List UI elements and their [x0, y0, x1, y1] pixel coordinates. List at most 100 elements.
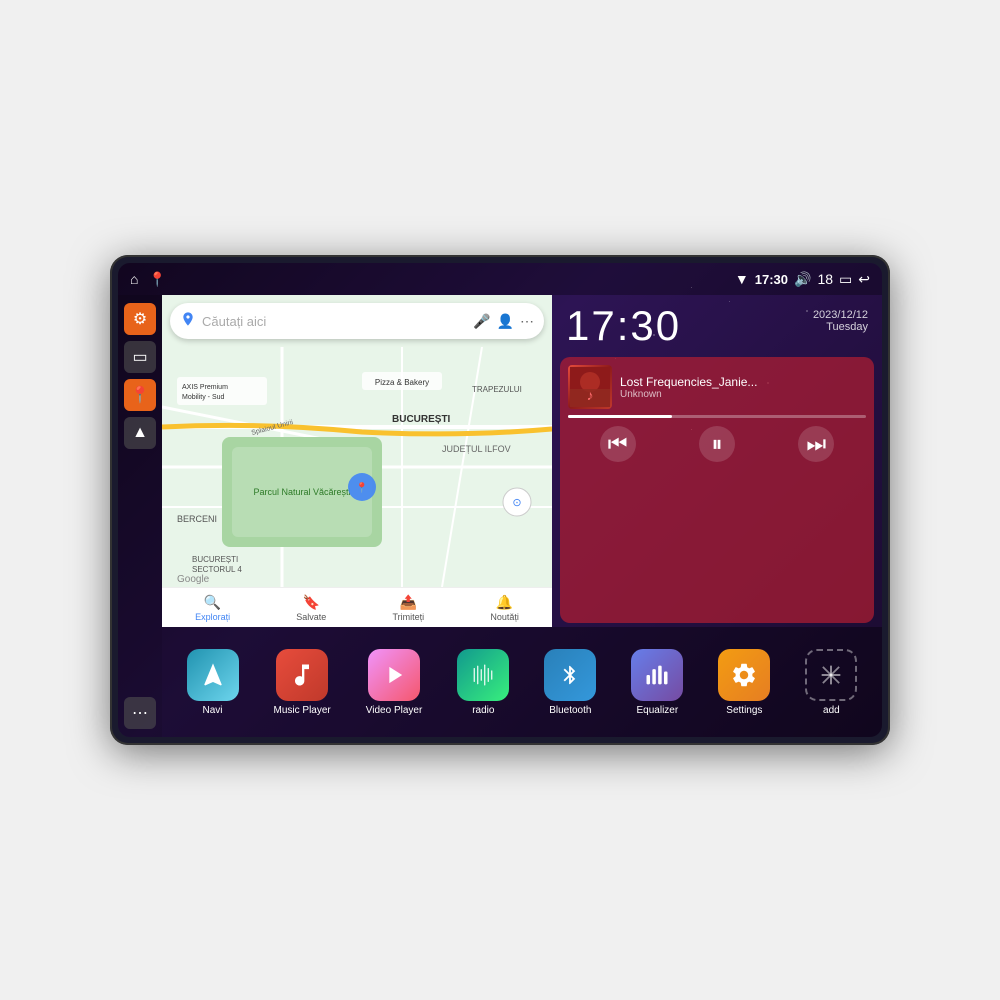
sidebar-item-map[interactable]: 📍	[124, 379, 156, 411]
svg-text:BUCUREȘTI: BUCUREȘTI	[192, 555, 238, 564]
send-icon: 📤	[400, 594, 417, 611]
status-left-icons: ⌂ 📍	[130, 271, 166, 288]
sidebar-item-navigate[interactable]: ▲	[124, 417, 156, 449]
screen: ⌂ 📍 ▼ 17:30 🔊 18 ▭ ↩ ⚙ ▭	[118, 263, 882, 737]
prev-track-button[interactable]: ⏮	[600, 426, 636, 462]
app-grid-section: Navi Music Player Video	[162, 627, 882, 737]
music-progress-bar[interactable]	[568, 415, 866, 418]
sidebar-item-archive[interactable]: ▭	[124, 341, 156, 373]
map-tab-explore[interactable]: 🔍 Explorați	[195, 594, 230, 622]
map-mic-icon[interactable]: 🎤	[473, 313, 490, 330]
sidebar-item-grid[interactable]: ⋯	[124, 697, 156, 729]
music-album-art-inner: ♪	[568, 365, 612, 409]
sidebar: ⚙ ▭ 📍 ▲ ⋯	[118, 295, 162, 737]
next-track-button[interactable]: ⏭	[798, 426, 834, 462]
app-label-settings: Settings	[726, 705, 762, 716]
device: ⌂ 📍 ▼ 17:30 🔊 18 ▭ ↩ ⚙ ▭	[110, 255, 890, 745]
grid-icon: ⋯	[132, 703, 148, 723]
app-item-equalizer[interactable]: Equalizer	[631, 649, 683, 716]
svg-text:TRAPEZULUI: TRAPEZULUI	[472, 385, 522, 394]
map-search-placeholder[interactable]: Căutați aici	[202, 314, 467, 329]
battery-icon: ▭	[839, 271, 852, 288]
map-account-icon[interactable]: 👤	[497, 313, 514, 330]
main-area: ⚙ ▭ 📍 ▲ ⋯	[118, 295, 882, 737]
map-tab-saved-label: Salvate	[296, 612, 326, 622]
saved-icon: 🔖	[303, 594, 320, 611]
app-icon-bluetooth	[544, 649, 596, 701]
google-maps-icon	[180, 311, 196, 332]
content-row: Căutați aici 🎤 👤 ⋯	[162, 295, 882, 627]
map-bottom-tabs: 🔍 Explorați 🔖 Salvate 📤 Trimiteți	[162, 587, 552, 627]
music-controls: ⏮ ⏸ ⏭	[568, 426, 866, 462]
music-meta: Lost Frequencies_Janie... Unknown	[620, 375, 866, 400]
navigate-icon: ▲	[132, 424, 148, 442]
app-label-add: add	[823, 705, 840, 716]
app-item-video-player[interactable]: Video Player	[366, 649, 423, 716]
svg-text:⊙: ⊙	[512, 497, 521, 509]
music-track-info: ♪ Lost Frequencies_Janie... Unknown	[568, 365, 866, 409]
app-item-music-player[interactable]: Music Player	[274, 649, 331, 716]
back-icon[interactable]: ↩	[858, 271, 870, 288]
sidebar-item-settings[interactable]: ⚙	[124, 303, 156, 335]
map-frame[interactable]: Căutați aici 🎤 👤 ⋯	[162, 295, 552, 627]
volume-icon: 🔊	[794, 271, 811, 288]
pause-button[interactable]: ⏸	[699, 426, 735, 462]
explore-icon: 🔍	[204, 594, 221, 611]
app-item-settings[interactable]: Settings	[718, 649, 770, 716]
map-pin-sidebar-icon: 📍	[130, 385, 150, 405]
news-icon: 🔔	[496, 594, 513, 611]
center-content: Căutați aici 🎤 👤 ⋯	[162, 295, 882, 737]
svg-text:Pizza & Bakery: Pizza & Bakery	[375, 378, 429, 387]
svg-text:BUCUREȘTI: BUCUREȘTI	[392, 414, 451, 425]
maps-icon[interactable]: 📍	[148, 271, 165, 288]
map-tab-saved[interactable]: 🔖 Salvate	[296, 594, 326, 622]
app-item-radio[interactable]: radio	[457, 649, 509, 716]
svg-text:♪: ♪	[587, 387, 594, 403]
wifi-icon: ▼	[735, 271, 749, 287]
svg-text:JUDEȚUL ILFOV: JUDEȚUL ILFOV	[442, 444, 511, 454]
map-tab-news-label: Noutăți	[490, 612, 519, 622]
map-layers-icon[interactable]: ⋯	[520, 313, 534, 330]
map-tab-explore-label: Explorați	[195, 612, 230, 622]
status-time: 17:30	[755, 272, 788, 287]
clock-day: Tuesday	[813, 321, 868, 333]
home-icon[interactable]: ⌂	[130, 271, 138, 287]
app-icon-add	[805, 649, 857, 701]
clock-widget: 17:30 2023/12/12 Tuesday	[552, 295, 882, 353]
app-icon-radio	[457, 649, 509, 701]
svg-text:Parcul Natural Văcărești: Parcul Natural Văcărești	[253, 487, 350, 497]
settings-icon: ⚙	[133, 309, 147, 329]
music-title: Lost Frequencies_Janie...	[620, 375, 866, 389]
app-icon-navi	[187, 649, 239, 701]
map-tab-send-label: Trimiteți	[393, 612, 425, 622]
svg-text:AXIS Premium: AXIS Premium	[182, 384, 228, 391]
app-icon-music-player	[276, 649, 328, 701]
music-progress-fill	[568, 415, 672, 418]
app-label-navi: Navi	[202, 705, 222, 716]
app-label-equalizer: Equalizer	[637, 705, 679, 716]
app-label-music-player: Music Player	[274, 705, 331, 716]
svg-text:SECTORUL 4: SECTORUL 4	[192, 565, 242, 574]
archive-icon: ▭	[132, 347, 147, 367]
status-right-info: ▼ 17:30 🔊 18 ▭ ↩	[735, 271, 870, 288]
clock-date-value: 2023/12/12	[813, 309, 868, 321]
right-panel: 17:30 2023/12/12 Tuesday	[552, 295, 882, 627]
map-search-bar[interactable]: Căutați aici 🎤 👤 ⋯	[170, 303, 544, 339]
svg-text:📍: 📍	[356, 481, 368, 494]
status-bar: ⌂ 📍 ▼ 17:30 🔊 18 ▭ ↩	[118, 263, 882, 295]
svg-text:Mobility - Sud: Mobility - Sud	[182, 394, 225, 401]
app-item-bluetooth[interactable]: Bluetooth	[544, 649, 596, 716]
music-album-art: ♪	[568, 365, 612, 409]
app-grid: Navi Music Player Video	[172, 649, 872, 716]
music-widget: ♪ Lost Frequencies_Janie... Unknown	[560, 357, 874, 623]
app-icon-equalizer	[631, 649, 683, 701]
music-artist: Unknown	[620, 389, 866, 400]
map-tab-send[interactable]: 📤 Trimiteți	[393, 594, 425, 622]
app-item-navi[interactable]: Navi	[187, 649, 239, 716]
battery-level: 18	[817, 271, 833, 287]
map-tab-news[interactable]: 🔔 Noutăți	[490, 594, 519, 622]
app-item-add[interactable]: add	[805, 649, 857, 716]
clock-date: 2023/12/12 Tuesday	[813, 309, 868, 333]
svg-text:Google: Google	[177, 574, 210, 585]
app-icon-video-player	[368, 649, 420, 701]
